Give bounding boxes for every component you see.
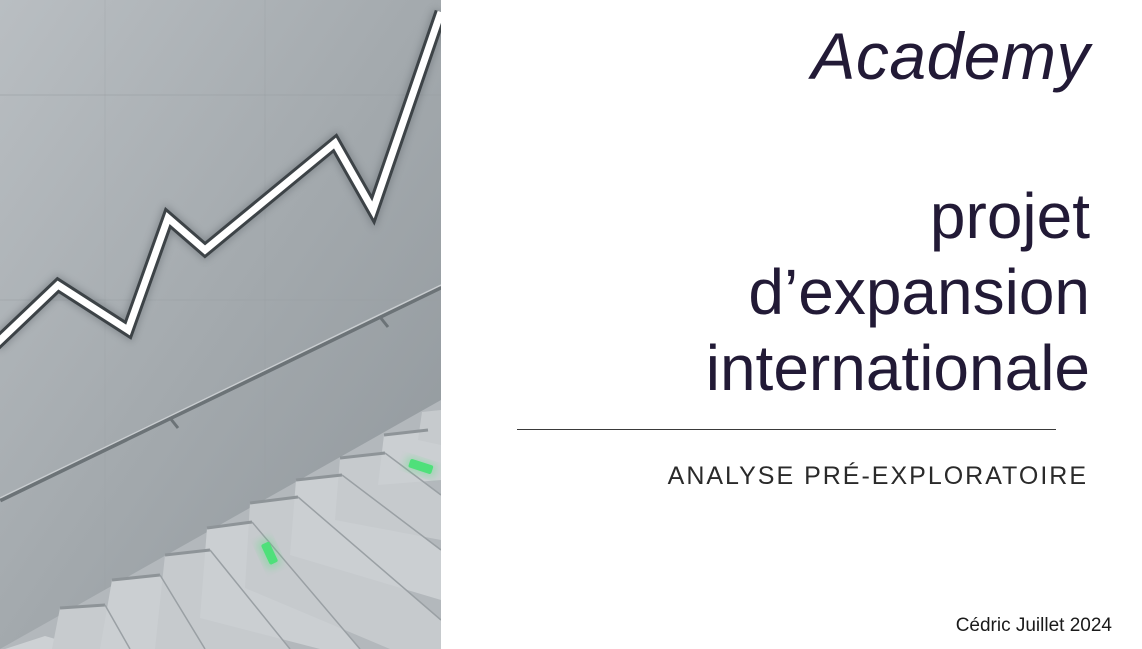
photo-illustration	[0, 0, 441, 649]
staircase-growth-photo	[0, 0, 441, 649]
slide-title: projet d’expansion internationale	[706, 178, 1090, 406]
title-line-2: d’expansion	[748, 256, 1090, 328]
slide-subtitle: ANALYSE PRÉ-EXPLORATOIRE	[667, 462, 1088, 490]
title-slide: Academy projet d’expansion international…	[0, 0, 1142, 649]
title-line-3: internationale	[705, 332, 1090, 404]
title-divider	[517, 429, 1056, 430]
brand-title: Academy	[811, 19, 1090, 93]
author-and-year: Cédric Juillet 2024	[955, 615, 1112, 636]
title-line-1: projet	[929, 180, 1090, 252]
